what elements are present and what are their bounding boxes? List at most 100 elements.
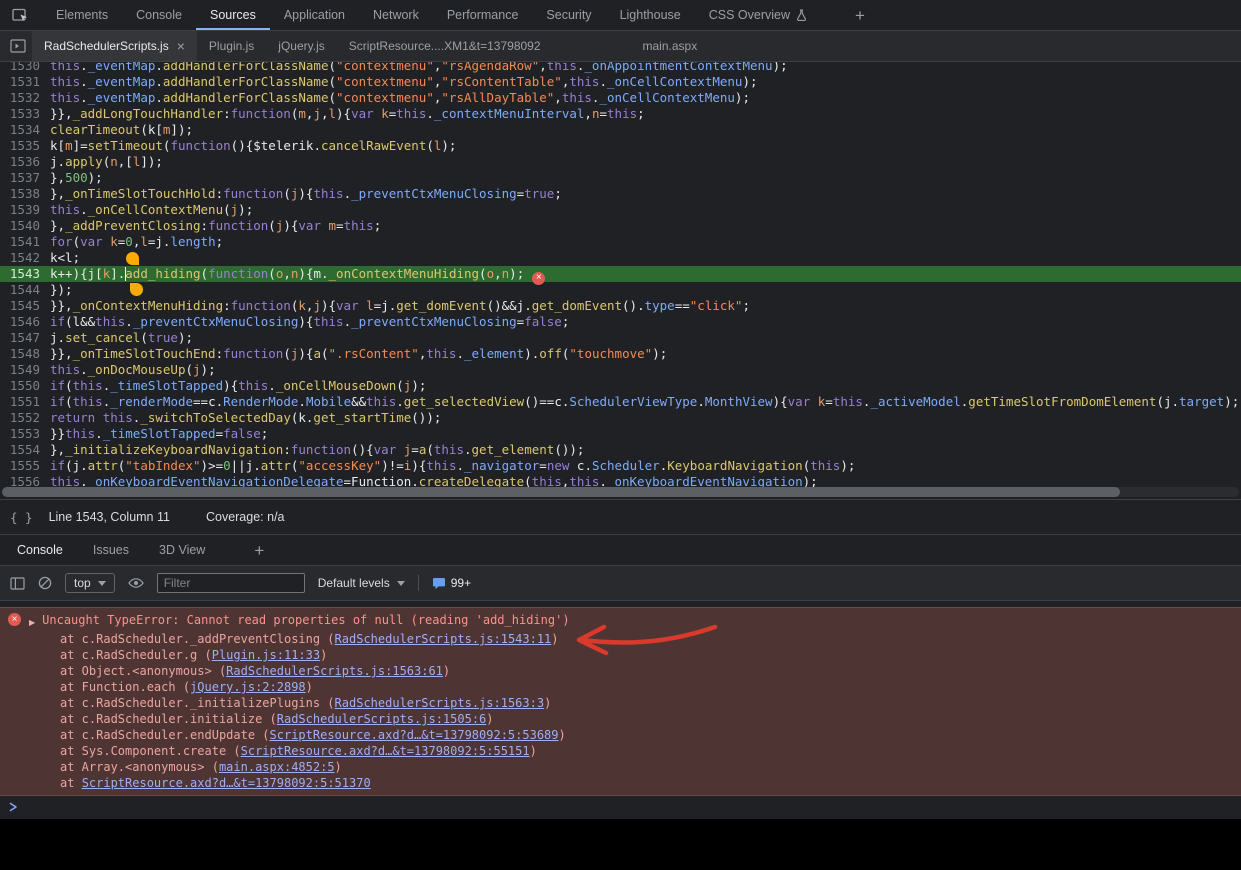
- panel-tab-sources[interactable]: Sources: [196, 0, 270, 30]
- console-prompt[interactable]: [0, 796, 1241, 818]
- code-editor[interactable]: 1530 this._eventMap.addHandlerForClassNa…: [0, 62, 1241, 499]
- console-sidebar-toggle-button[interactable]: [10, 577, 25, 590]
- panel-tab-lighthouse[interactable]: Lighthouse: [606, 0, 695, 30]
- scrollbar-thumb[interactable]: [2, 487, 1120, 497]
- code-line[interactable]: j.set_cancel(true);: [50, 330, 193, 346]
- line-number-gutter[interactable]: 1553: [0, 426, 50, 442]
- code-line[interactable]: k<l;: [50, 250, 80, 266]
- line-number-gutter[interactable]: 1547: [0, 330, 50, 346]
- file-tab-radschedulerscripts-js[interactable]: RadSchedulerScripts.js ×: [32, 31, 197, 61]
- line-number-gutter[interactable]: 1550: [0, 378, 50, 394]
- file-tab-scriptresource-xm1-t-13798092[interactable]: ScriptResource....XM1&t=13798092: [337, 31, 553, 61]
- line-number-gutter[interactable]: 1539: [0, 202, 50, 218]
- code-line[interactable]: }},_addLongTouchHandler:function(m,j,l){…: [50, 106, 645, 122]
- panel-tab-css-overview[interactable]: CSS Overview: [695, 0, 821, 30]
- code-row: 1540 },_addPreventClosing:function(j){va…: [0, 218, 1241, 234]
- stack-frame-link[interactable]: RadSchedulerScripts.js:1563:3: [335, 696, 545, 710]
- inspect-element-button[interactable]: [6, 0, 34, 30]
- line-number-gutter[interactable]: 1544: [0, 282, 50, 298]
- line-number-gutter[interactable]: 1541: [0, 234, 50, 250]
- code-line[interactable]: this._eventMap.addHandlerForClassName("c…: [50, 62, 788, 74]
- code-line[interactable]: j.apply(n,[l]);: [50, 154, 163, 170]
- toggle-navigator-button[interactable]: [4, 31, 32, 61]
- code-line[interactable]: this._eventMap.addHandlerForClassName("c…: [50, 74, 758, 90]
- line-number-gutter[interactable]: 1530: [0, 62, 50, 74]
- line-number-gutter[interactable]: 1537: [0, 170, 50, 186]
- drawer-tab-console[interactable]: Console: [2, 535, 78, 565]
- drawer-tab-issues[interactable]: Issues: [78, 535, 144, 565]
- line-number-gutter[interactable]: 1533: [0, 106, 50, 122]
- code-line[interactable]: this._onCellContextMenu(j);: [50, 202, 253, 218]
- code-line[interactable]: },_onTimeSlotTouchHold:function(j){this.…: [50, 186, 562, 202]
- horizontal-scrollbar[interactable]: [2, 487, 1239, 497]
- code-line[interactable]: });: [50, 282, 73, 298]
- code-line[interactable]: if(j.attr("tabIndex")>=0||j.attr("access…: [50, 458, 855, 474]
- stack-frame-link[interactable]: ScriptResource.axd?d…&t=13798092:5:51370: [82, 776, 371, 790]
- line-number-gutter[interactable]: 1554: [0, 442, 50, 458]
- code-line[interactable]: this._eventMap.addHandlerForClassName("c…: [50, 90, 750, 106]
- stack-frame-link[interactable]: main.aspx:4852:5: [219, 760, 335, 774]
- line-number-gutter[interactable]: 1543: [0, 266, 50, 282]
- code-line[interactable]: }}this._timeSlotTapped=false;: [50, 426, 268, 442]
- line-number-gutter[interactable]: 1551: [0, 394, 50, 410]
- stack-frame-link[interactable]: jQuery.js:2:2898: [190, 680, 306, 694]
- code-line[interactable]: for(var k=0,l=j.length;: [50, 234, 223, 250]
- line-number-gutter[interactable]: 1531: [0, 74, 50, 90]
- stack-frame-link[interactable]: RadSchedulerScripts.js:1505:6: [277, 712, 487, 726]
- code-line[interactable]: if(l&&this._preventCtxMenuClosing){this.…: [50, 314, 569, 330]
- panel-tab-console[interactable]: Console: [122, 0, 196, 30]
- line-number-gutter[interactable]: 1540: [0, 218, 50, 234]
- more-panels-button[interactable]: +: [847, 7, 873, 24]
- code-line[interactable]: }},_onTimeSlotTouchEnd:function(j){a(".r…: [50, 346, 667, 362]
- drawer-tab-3d-view[interactable]: 3D View: [144, 535, 220, 565]
- expand-triangle-icon[interactable]: ▶: [29, 615, 35, 631]
- file-tab-jquery-js[interactable]: jQuery.js: [266, 31, 336, 61]
- selection-handle-bottom[interactable]: [130, 283, 143, 296]
- line-number-gutter[interactable]: 1532: [0, 90, 50, 106]
- selection-handle-top[interactable]: [126, 252, 139, 265]
- console-filter-input[interactable]: [157, 573, 305, 593]
- panel-tab-network[interactable]: Network: [359, 0, 433, 30]
- line-number-gutter[interactable]: 1536: [0, 154, 50, 170]
- line-number-gutter[interactable]: 1542: [0, 250, 50, 266]
- stack-frame-link[interactable]: ScriptResource.axd?d…&t=13798092:5:55151: [241, 744, 530, 758]
- log-levels-dropdown[interactable]: Default levels: [318, 576, 405, 590]
- code-line[interactable]: },500);: [50, 170, 103, 186]
- pretty-print-button[interactable]: { }: [10, 510, 33, 525]
- line-number-gutter[interactable]: 1538: [0, 186, 50, 202]
- panel-tab-application[interactable]: Application: [270, 0, 359, 30]
- code-line[interactable]: return this._switchToSelectedDay(k.get_s…: [50, 410, 441, 426]
- line-number-gutter[interactable]: 1552: [0, 410, 50, 426]
- line-number-gutter[interactable]: 1545: [0, 298, 50, 314]
- javascript-context-selector[interactable]: top: [65, 573, 115, 593]
- stack-frame-text: ): [551, 632, 558, 646]
- code-line[interactable]: },_addPreventClosing:function(j){var m=t…: [50, 218, 381, 234]
- line-number-gutter[interactable]: 1548: [0, 346, 50, 362]
- file-tab-main-aspx[interactable]: main.aspx: [631, 31, 710, 61]
- panel-tab-security[interactable]: Security: [532, 0, 605, 30]
- create-live-expression-button[interactable]: [128, 577, 144, 589]
- stack-frame-link[interactable]: Plugin.js:11:33: [212, 648, 320, 662]
- line-number-gutter[interactable]: 1535: [0, 138, 50, 154]
- line-number-gutter[interactable]: 1549: [0, 362, 50, 378]
- code-line[interactable]: clearTimeout(k[m]);: [50, 122, 193, 138]
- stack-frame-link[interactable]: RadSchedulerScripts.js:1563:61: [226, 664, 443, 678]
- code-line[interactable]: }},_onContextMenuHiding:function(k,j){va…: [50, 298, 750, 314]
- line-number-gutter[interactable]: 1546: [0, 314, 50, 330]
- close-tab-icon[interactable]: ×: [177, 39, 185, 53]
- code-line[interactable]: this._onDocMouseUp(j);: [50, 362, 216, 378]
- more-drawer-tools-button[interactable]: +: [246, 542, 272, 559]
- code-line[interactable]: if(this._timeSlotTapped){this._onCellMou…: [50, 378, 426, 394]
- stack-frame-link[interactable]: ScriptResource.axd?d…&t=13798092:5:53689: [270, 728, 559, 742]
- line-number-gutter[interactable]: 1555: [0, 458, 50, 474]
- stack-frame-link[interactable]: RadSchedulerScripts.js:1543:11: [335, 632, 552, 646]
- line-number-gutter[interactable]: 1534: [0, 122, 50, 138]
- file-tab-plugin-js[interactable]: Plugin.js: [197, 31, 266, 61]
- code-line[interactable]: },_initializeKeyboardNavigation:function…: [50, 442, 584, 458]
- panel-tab-performance[interactable]: Performance: [433, 0, 533, 30]
- clear-console-button[interactable]: [38, 576, 52, 590]
- panel-tab-elements[interactable]: Elements: [42, 0, 122, 30]
- code-line[interactable]: k[m]=setTimeout(function(){$telerik.canc…: [50, 138, 456, 154]
- issues-counter[interactable]: 99+: [432, 576, 471, 590]
- code-line[interactable]: if(this._renderMode==c.RenderMode.Mobile…: [50, 394, 1239, 410]
